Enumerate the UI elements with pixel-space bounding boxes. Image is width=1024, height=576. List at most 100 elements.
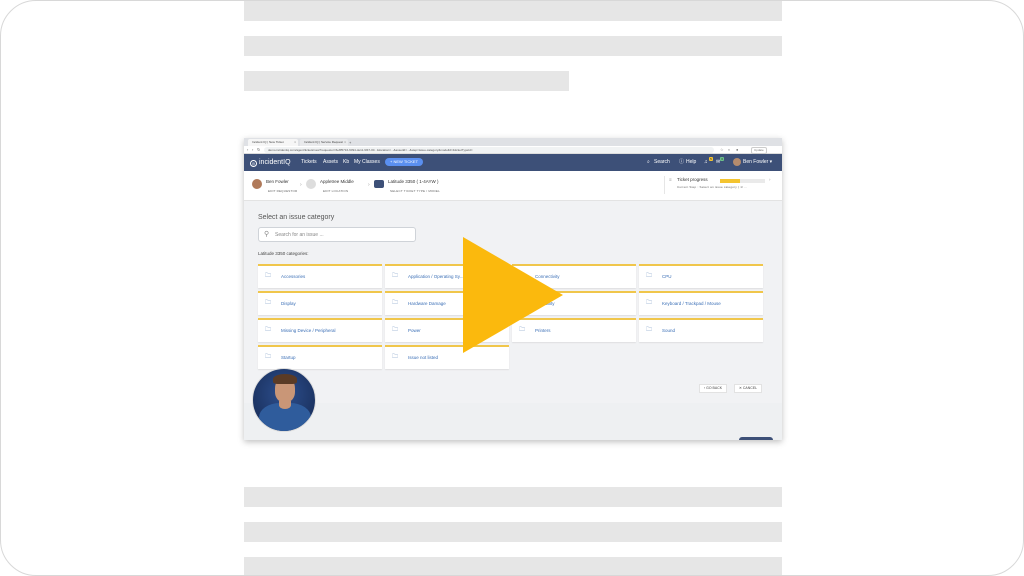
category-label: Sound <box>662 328 676 333</box>
asset-name: Latitude 3350 ( 1-4AYW ) <box>388 179 439 184</box>
category-tile[interactable]: 🗀 Display <box>258 291 382 315</box>
select-ticket-type-link[interactable]: SELECT TICKET TYPE / MODEL <box>390 189 440 194</box>
requestor-name: Ben Fowler <box>266 179 289 184</box>
back-arrow-icon[interactable]: ‹ <box>247 147 248 153</box>
edit-location-link[interactable]: EDIT LOCATION <box>323 189 348 194</box>
browser-tab[interactable]: Incident IQ | New Ticket × <box>248 139 298 146</box>
page-title: Select an issue category <box>258 214 335 221</box>
categories-label: Latitude 3350 categories: <box>258 251 309 256</box>
search-icon[interactable]: ⌕ <box>647 159 650 166</box>
category-tile[interactable]: 🗀 Accessories <box>258 264 382 288</box>
help-icon[interactable]: ⓘ <box>679 159 684 166</box>
extension-icon[interactable]: ● <box>736 147 738 153</box>
nav-tickets[interactable]: Tickets <box>301 159 317 166</box>
chevron-right-icon: › <box>300 182 302 188</box>
issue-search-input[interactable]: ⚲ Search for an issue ... <box>258 227 416 242</box>
close-icon[interactable]: × <box>344 139 346 146</box>
list-icon: ≡ <box>669 177 672 182</box>
category-label: Hardware Damage <box>408 301 446 306</box>
browser-tab[interactable]: Incident IQ | Service Request × <box>300 139 348 146</box>
forward-arrow-icon[interactable]: › <box>252 147 253 153</box>
category-tile[interactable]: 🗀 Missing Device / Peripheral <box>258 318 382 342</box>
message-badge: 3 <box>720 157 724 161</box>
logo[interactable]: ◎ incidentIQ <box>250 158 291 167</box>
url-field[interactable]: demo.incidentiq.com/agent/tickets/new?re… <box>264 147 714 153</box>
folder-icon: 🗀 <box>265 273 272 279</box>
profile-update-button[interactable]: Update <box>751 147 767 154</box>
placeholder-line <box>244 487 782 507</box>
category-tile[interactable]: 🗀 Sound <box>639 318 763 342</box>
play-icon[interactable] <box>463 237 563 353</box>
folder-icon: 🗀 <box>265 327 272 333</box>
placeholder-line <box>244 557 782 575</box>
laptop-icon <box>374 180 384 188</box>
star-icon[interactable]: ☆ <box>720 147 724 153</box>
edit-requestor-link[interactable]: EDIT REQUESTOR <box>268 189 297 194</box>
browser-tab-label: Incident IQ | Service Request <box>304 140 343 144</box>
placeholder-line <box>244 36 782 56</box>
folder-icon: 🗀 <box>392 300 399 306</box>
extension-icon[interactable]: ◐ <box>728 147 730 153</box>
notifications-icon[interactable]: ♫ <box>704 159 708 166</box>
ticket-progress: ≡ Ticket progress Current Step : Select … <box>664 176 774 194</box>
category-label: Startup <box>281 355 296 360</box>
reload-icon[interactable]: ↻ <box>257 147 260 153</box>
presenter-neck <box>279 401 291 409</box>
requestor-avatar <box>252 179 262 189</box>
chevron-right-icon: › <box>368 182 370 188</box>
app-header: ◎ incidentIQ Tickets Assets Kb My Classes… <box>244 154 782 171</box>
location-name: Appletree Middle <box>320 179 354 184</box>
category-label: Issue not listed <box>408 355 439 360</box>
logo-icon: ◎ <box>250 160 257 167</box>
category-label: CPU <box>662 274 672 279</box>
new-ticket-button[interactable]: + NEW TICKET <box>385 158 424 166</box>
new-tab-icon[interactable]: + <box>349 139 351 146</box>
folder-icon: 🗀 <box>646 273 653 279</box>
page-frame: Incident IQ | New Ticket × Incident IQ |… <box>0 0 1024 576</box>
presenter-webcam <box>252 368 316 432</box>
browser-tab-strip: Incident IQ | New Ticket × Incident IQ |… <box>244 138 782 146</box>
category-label: Application / Operating Sy... <box>408 274 464 279</box>
user-menu[interactable]: Ben Fowler ▾ <box>743 159 772 166</box>
folder-icon: 🗀 <box>392 327 399 333</box>
category-label: Power <box>408 328 421 333</box>
placeholder-line <box>244 71 569 91</box>
progress-current-step: Current Step : Select an issue category … <box>677 185 748 189</box>
close-icon[interactable]: × <box>294 139 296 146</box>
search-icon: ⚲ <box>264 231 270 238</box>
nav-assets[interactable]: Assets <box>323 159 338 166</box>
logo-text: incidentIQ <box>259 159 291 166</box>
go-back-button[interactable]: ‹ GO BACK <box>699 384 728 393</box>
presenter-hair <box>273 374 297 384</box>
progress-title: Ticket progress <box>677 177 708 182</box>
category-tile[interactable]: 🗀 Startup <box>258 345 382 369</box>
search-placeholder: Search for an issue ... <box>275 232 324 238</box>
placeholder-line <box>244 1 782 21</box>
help-widget-button[interactable] <box>739 437 773 440</box>
ticket-steps: Ben Fowler EDIT REQUESTOR › Appletree Mi… <box>244 171 782 201</box>
folder-icon: 🗀 <box>265 354 272 360</box>
nav-my-classes[interactable]: My Classes <box>354 159 380 166</box>
cancel-button[interactable]: ✕ CANCEL <box>734 384 763 393</box>
folder-icon: 🗀 <box>646 300 653 306</box>
folder-icon: 🗀 <box>392 354 399 360</box>
page-footer <box>244 403 782 440</box>
category-label: Accessories <box>281 274 306 279</box>
category-label: Keyboard / Trackpad / Mouse <box>662 301 721 306</box>
location-icon <box>306 179 316 189</box>
category-label: Missing Device / Peripheral <box>281 328 336 333</box>
folder-icon: 🗀 <box>392 273 399 279</box>
progress-fill <box>720 179 741 183</box>
header-search-link[interactable]: Search <box>654 159 670 166</box>
header-help-link[interactable]: Help <box>686 159 696 166</box>
progress-bar <box>720 179 765 183</box>
category-tile[interactable]: 🗀 Keyboard / Trackpad / Mouse <box>639 291 763 315</box>
address-bar: ‹ › ↻ demo.incidentiq.com/agent/tickets/… <box>244 146 782 154</box>
category-label: Display <box>281 301 296 306</box>
folder-icon: 🗀 <box>646 327 653 333</box>
folder-icon: 🗀 <box>265 300 272 306</box>
nav-kb[interactable]: Kb <box>343 159 349 166</box>
avatar[interactable] <box>733 158 741 166</box>
collapse-icon[interactable]: › <box>769 177 771 183</box>
category-tile[interactable]: 🗀 CPU <box>639 264 763 288</box>
